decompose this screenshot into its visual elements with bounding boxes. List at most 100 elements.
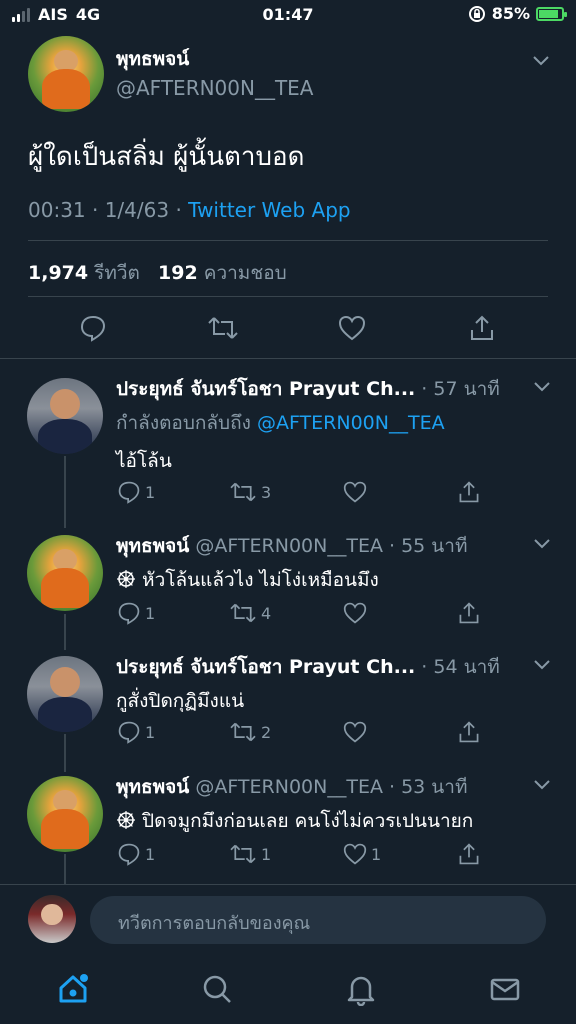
- compose-reply-bar: ทวีตการตอบกลับของคุณ: [0, 884, 576, 956]
- chevron-down-icon[interactable]: [534, 539, 550, 549]
- author-handle[interactable]: @AFTERN00N__TEA: [195, 535, 383, 557]
- reply-header: พุทธพจน์ @AFTERN00N__TEA · 55 นาที: [116, 531, 516, 561]
- share-icon: [459, 602, 479, 624]
- share-icon: [459, 721, 479, 743]
- share-icon: [459, 843, 479, 865]
- retweet-count: 2: [261, 722, 272, 742]
- reply-tweet[interactable]: พุทธพจน์ @AFTERN00N__TEA · 53 นาที ปิดจม…: [0, 772, 576, 882]
- retweet-action[interactable]: 2: [229, 720, 271, 744]
- share-icon: [459, 481, 479, 503]
- like-icon: [343, 721, 367, 743]
- retweet-action[interactable]: 1: [229, 842, 271, 866]
- author-display-name[interactable]: พุทธพจน์: [116, 44, 189, 74]
- reply-action[interactable]: 1: [117, 720, 155, 744]
- reply-header: ประยุทธ์ จันทร์โอชา Prayut Ch... · 57 นา…: [116, 374, 516, 404]
- author-handle[interactable]: @AFTERN00N__TEA: [116, 76, 314, 100]
- share-action[interactable]: [457, 480, 481, 504]
- mail-icon[interactable]: [488, 972, 522, 1006]
- orientation-lock-icon: [468, 5, 485, 22]
- reply-icon[interactable]: [79, 314, 107, 342]
- reply-icon: [118, 721, 140, 744]
- chevron-down-icon[interactable]: [534, 382, 550, 392]
- reply-time: · 57 นาที: [421, 378, 500, 400]
- home-icon[interactable]: [56, 972, 90, 1006]
- author-handle[interactable]: @AFTERN00N__TEA: [195, 776, 383, 798]
- retweet-count: 1: [261, 844, 272, 864]
- reply-action[interactable]: 1: [117, 480, 155, 504]
- author-display-name[interactable]: พุทธพจน์: [116, 535, 189, 557]
- retweets-stat[interactable]: 1,974 รีทวีต: [28, 262, 140, 284]
- tweet-stats: 1,974 รีทวีต 192 ความชอบ: [28, 258, 287, 288]
- reply-icon: [118, 602, 140, 625]
- reply-time: · 54 นาที: [421, 656, 500, 678]
- author-display-name[interactable]: ประยุทธ์ จันทร์โอชา Prayut Ch...: [116, 656, 415, 678]
- reply-text-line: หัวโล้นแล้วไง ไม่โง่เหมือนมึง: [116, 565, 379, 595]
- retweet-action[interactable]: 4: [229, 601, 271, 625]
- reply-count: 1: [145, 844, 156, 864]
- reply-tweet[interactable]: พุทธพจน์ @AFTERN00N__TEA · 55 นาที หัวโล…: [0, 531, 576, 641]
- chevron-down-icon[interactable]: [534, 660, 550, 670]
- reply-action[interactable]: 1: [117, 842, 155, 866]
- reply-icon: [118, 843, 140, 866]
- search-icon[interactable]: [200, 972, 234, 1006]
- reply-tweet[interactable]: ประยุทธ์ จันทร์โอชา Prayut Ch... · 57 นา…: [0, 374, 576, 524]
- share-action[interactable]: [457, 842, 481, 866]
- like-count: 1: [371, 844, 382, 864]
- dharma-wheel-icon: [117, 811, 135, 829]
- retweet-count: 4: [261, 603, 272, 623]
- share-action[interactable]: [457, 720, 481, 744]
- likes-stat[interactable]: 192 ความชอบ: [158, 262, 287, 284]
- author-display-name[interactable]: ประยุทธ์ จันทร์โอชา Prayut Ch...: [116, 378, 415, 400]
- like-action[interactable]: 1: [343, 842, 381, 866]
- share-action[interactable]: [457, 601, 481, 625]
- retweet-icon: [230, 722, 256, 742]
- reply-time: · 53 นาที: [389, 776, 468, 798]
- reply-header: พุทธพจน์ @AFTERN00N__TEA · 53 นาที: [116, 772, 516, 802]
- reply-count: 1: [145, 603, 156, 623]
- like-action[interactable]: [343, 480, 371, 504]
- mention-link[interactable]: @AFTERN00N__TEA: [257, 412, 445, 434]
- like-icon[interactable]: [338, 314, 366, 342]
- reply-text-line: ปิดจมูกมึงก่อนเลย คนโง่ไม่ควรเปนนายก: [116, 806, 473, 836]
- reply-text: ไอ้โล้น: [116, 450, 172, 472]
- like-action[interactable]: [343, 601, 371, 625]
- reply-tweet[interactable]: ประยุทธ์ จันทร์โอชา Prayut Ch... · 54 นา…: [0, 652, 576, 762]
- reply-count: 1: [145, 722, 156, 742]
- retweet-icon[interactable]: [207, 314, 239, 342]
- tweet-source-link[interactable]: Twitter Web App: [188, 198, 350, 222]
- avatar[interactable]: [27, 378, 103, 454]
- avatar[interactable]: [27, 535, 103, 611]
- reply-text: หัวโล้นแล้วไง ไม่โง่เหมือนมึง: [142, 569, 379, 591]
- retweet-icon: [230, 482, 256, 502]
- reply-icon: [118, 481, 140, 504]
- reply-input[interactable]: ทวีตการตอบกลับของคุณ: [90, 896, 546, 944]
- tweet-text: ผู้ใดเป็นสลิ่ม ผู้นั้นตาบอด: [28, 142, 305, 172]
- retweet-count: 3: [261, 482, 272, 502]
- main-tweet: พุทธพจน์ @AFTERN00N__TEA ผู้ใดเป็นสลิ่ม …: [0, 32, 576, 362]
- divider: [28, 240, 548, 241]
- reply-header: ประยุทธ์ จันทร์โอชา Prayut Ch... · 54 นา…: [116, 652, 516, 682]
- share-icon[interactable]: [468, 314, 496, 342]
- divider: [0, 358, 576, 359]
- avatar[interactable]: [27, 656, 103, 732]
- reply-action[interactable]: 1: [117, 601, 155, 625]
- retweet-icon: [230, 844, 256, 864]
- chevron-down-icon[interactable]: [534, 780, 550, 790]
- divider: [28, 296, 548, 297]
- chevron-down-icon[interactable]: [533, 56, 549, 66]
- reply-text: กูสั่งปิดกุฏิมึงแน่: [116, 690, 245, 712]
- battery-icon: [536, 6, 567, 21]
- like-action[interactable]: [343, 720, 371, 744]
- like-icon: [343, 843, 367, 865]
- reply-time: · 55 นาที: [389, 535, 468, 557]
- avatar[interactable]: [27, 776, 103, 852]
- my-avatar[interactable]: [28, 895, 76, 943]
- retweet-icon: [230, 603, 256, 623]
- author-display-name[interactable]: พุทธพจน์: [116, 776, 189, 798]
- battery-percent: 85%: [491, 4, 530, 23]
- retweet-action[interactable]: 3: [229, 480, 271, 504]
- bell-icon[interactable]: [344, 972, 378, 1006]
- tweet-timestamp: 00:31 · 1/4/63 ·: [28, 198, 182, 222]
- like-icon: [343, 481, 367, 503]
- avatar[interactable]: [28, 36, 104, 112]
